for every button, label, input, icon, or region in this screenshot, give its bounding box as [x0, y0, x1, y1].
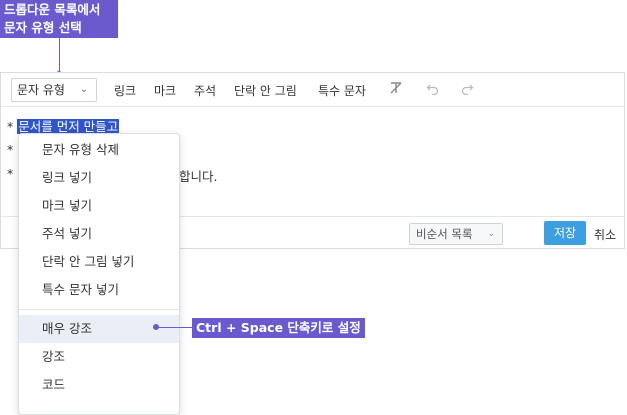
- bullet-marker: *: [7, 166, 14, 181]
- callout-line-2: 문자 유형 선택: [4, 20, 82, 35]
- list-type-select[interactable]: 비순서 목록 ⌄: [409, 223, 503, 245]
- link-button[interactable]: 링크: [114, 82, 136, 99]
- callout-dropdown-hint: 드롭다운 목록에서 문자 유형 선택: [0, 0, 118, 38]
- text-type-select[interactable]: 문자 유형 ⌄: [11, 78, 97, 102]
- menu-item-insert-note[interactable]: 주석 넣기: [19, 220, 179, 248]
- undo-icon[interactable]: [426, 81, 440, 99]
- menu-item-insert-link[interactable]: 링크 넣기: [19, 164, 179, 192]
- callout-line-1: 드롭다운 목록에서: [4, 2, 101, 17]
- content-line-3-text: 합니다.: [179, 169, 218, 184]
- special-char-button[interactable]: 특수 문자: [318, 82, 366, 99]
- menu-item-remove-type[interactable]: 문자 유형 삭제: [19, 136, 179, 164]
- redo-icon[interactable]: [460, 81, 474, 99]
- bullet-marker: *: [7, 119, 14, 134]
- save-button[interactable]: 저장: [544, 221, 586, 245]
- chevron-down-icon: ⌄: [79, 84, 88, 95]
- content-line-3: *: [7, 166, 13, 181]
- menu-item-insert-inline-image[interactable]: 단락 안 그림 넣기: [19, 248, 179, 276]
- cancel-button[interactable]: 취소: [594, 226, 616, 243]
- text-type-dropdown-menu: 문자 유형 삭제 링크 넣기 마크 넣기 주석 넣기 단락 안 그림 넣기 특수…: [18, 133, 180, 415]
- note-button[interactable]: 주석: [194, 82, 216, 99]
- menu-item-code[interactable]: 코드: [19, 371, 179, 399]
- menu-item-emphasis[interactable]: 강조: [19, 343, 179, 371]
- callout-shortcut-hint: Ctrl + Space 단축키로 설정: [192, 318, 365, 338]
- inline-image-button[interactable]: 단락 안 그림: [234, 82, 297, 99]
- callout-leader-line: [156, 327, 192, 328]
- callout-leader-line: [59, 38, 60, 74]
- chevron-down-icon: ⌄: [487, 229, 495, 239]
- menu-item-insert-special-char[interactable]: 특수 문자 넣기: [19, 276, 179, 304]
- content-line-2: *: [7, 142, 13, 157]
- mark-button[interactable]: 마크: [154, 82, 176, 99]
- menu-item-insert-mark[interactable]: 마크 넣기: [19, 192, 179, 220]
- toolbar: 문자 유형 ⌄ 링크 마크 주석 단락 안 그림 특수 문자: [1, 73, 624, 107]
- clear-format-icon[interactable]: [389, 81, 403, 99]
- bullet-marker: *: [7, 142, 14, 157]
- selected-text: 문서를 먼저 만들고: [17, 119, 120, 134]
- list-type-label: 비순서 목록: [416, 227, 473, 241]
- menu-divider: [19, 309, 179, 310]
- text-type-select-label: 문자 유형: [17, 83, 65, 97]
